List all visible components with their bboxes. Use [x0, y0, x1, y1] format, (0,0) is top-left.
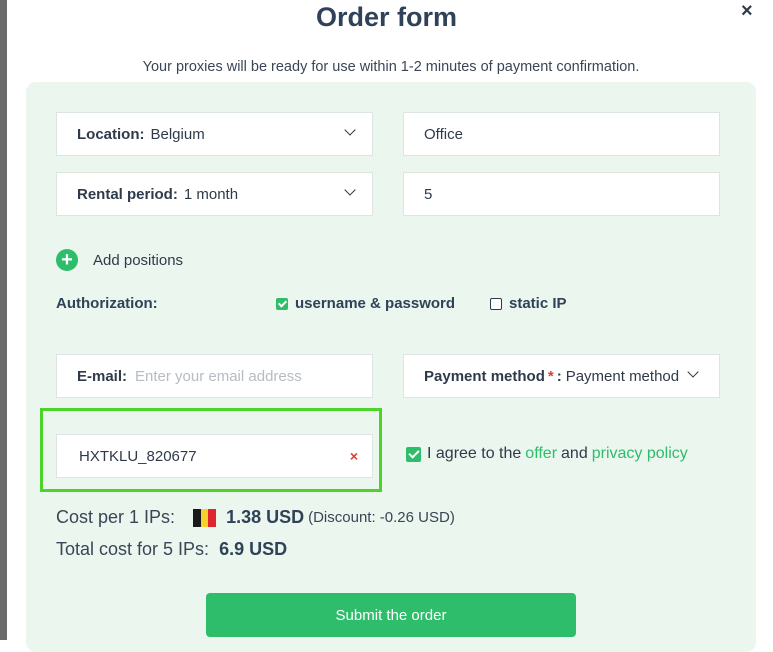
coupon-input[interactable] [77, 446, 350, 466]
authorization-label: Authorization: [56, 295, 158, 312]
rental-period-select[interactable]: Rental period: 1 month [56, 172, 373, 216]
auth-username-password-checkbox[interactable]: username & password [276, 295, 455, 312]
clear-icon[interactable]: × [350, 448, 358, 464]
dialog-subtitle: Your proxies will be ready for use withi… [142, 59, 640, 75]
plus-circle-icon: + [56, 249, 78, 271]
add-positions-button[interactable]: + Add positions [56, 249, 183, 271]
total-cost: Total cost for 5 IPs: 6.9 USD [56, 539, 287, 560]
coupon-field: × [56, 434, 373, 478]
privacy-policy-link[interactable]: privacy policy [592, 445, 688, 463]
purpose-field [403, 112, 720, 156]
location-label: Location: [77, 125, 145, 143]
auth-option-label: static IP [509, 295, 567, 312]
chevron-down-icon [344, 124, 356, 136]
window-left-edge [0, 0, 7, 640]
cost-label: Cost per 1 IPs: [56, 507, 176, 527]
checkbox-unchecked-icon [490, 297, 502, 310]
agree-text: I agree to the [427, 445, 522, 462]
quantity-input[interactable] [404, 184, 719, 204]
payment-method-select[interactable]: Payment method * : Payment method [403, 354, 720, 398]
checkbox-checked-icon [276, 297, 288, 310]
belgium-flag-icon [193, 508, 217, 527]
rental-period-value: 1 month [183, 185, 239, 203]
auth-option-label: username & password [295, 295, 456, 312]
close-icon[interactable]: × [741, 0, 753, 23]
email-field: E-mail: [56, 354, 373, 398]
agree-terms: I agree to the offer and privacy policy [406, 445, 692, 463]
cost-value: 1.38 USD [226, 507, 305, 527]
quantity-field [403, 172, 720, 216]
purpose-input[interactable] [404, 124, 719, 144]
rental-period-label: Rental period: [77, 185, 178, 203]
discount-text: (Discount: -0.26 USD) [308, 509, 455, 526]
payment-method-label: Payment method [424, 367, 545, 385]
total-value: 6.9 USD [219, 539, 288, 559]
cost-per-ip: Cost per 1 IPs: 1.38 USD (Discount: -0.2… [56, 507, 455, 528]
required-mark: * [547, 367, 554, 385]
email-input[interactable] [133, 366, 372, 386]
location-select[interactable]: Location: Belgium [56, 112, 373, 156]
agree-checkbox[interactable] [406, 446, 421, 462]
agree-and-text: and [561, 445, 588, 462]
offer-link[interactable]: offer [525, 445, 557, 463]
chevron-down-icon [344, 184, 356, 196]
chevron-down-icon [687, 366, 699, 378]
dialog-title: Order form [315, 2, 458, 32]
add-positions-label: Add positions [93, 251, 184, 269]
email-label: E-mail: [77, 367, 128, 385]
auth-static-ip-checkbox[interactable]: static IP [490, 295, 567, 312]
submit-order-button[interactable]: Submit the order [206, 593, 576, 637]
location-value: Belgium [150, 125, 205, 143]
payment-method-value: Payment method [565, 367, 680, 385]
total-label: Total cost for 5 IPs: [56, 539, 210, 559]
payment-colon: : [556, 367, 562, 385]
